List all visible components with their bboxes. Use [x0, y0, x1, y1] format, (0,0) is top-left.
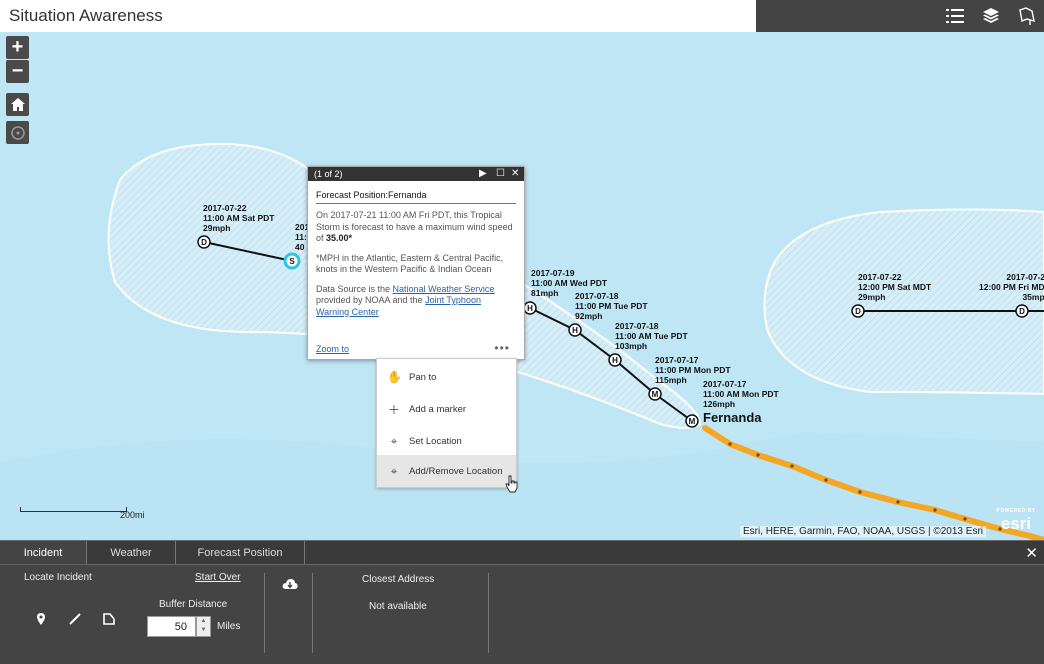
point-tool-icon[interactable] [33, 611, 49, 627]
svg-text:D: D [201, 238, 207, 247]
location-icon: ⌖ [390, 433, 398, 448]
divider [312, 573, 313, 653]
app-title: Situation Awareness [9, 6, 163, 25]
menu-item-set-location[interactable]: ⌖ Set Location [377, 425, 516, 457]
divider [264, 573, 265, 653]
maximize-icon[interactable]: ☐ [496, 168, 505, 179]
popup-note: *MPH in the Atlantic, Eastern & Central … [316, 252, 504, 275]
zoom-out-button[interactable]: − [6, 60, 29, 83]
list-icon[interactable] [942, 3, 968, 29]
track-label: 2017-07-18 11:00 AM Tue PDT 103mph [615, 321, 688, 351]
tab-bar: Incident Weather Forecast Position ✕ [0, 540, 1044, 565]
home-icon [10, 98, 25, 111]
closest-address-label: Closest Address [362, 574, 435, 585]
divider [488, 573, 489, 653]
buffer-stepper[interactable]: ▲ ▼ [196, 616, 211, 637]
svg-text:S: S [289, 257, 295, 266]
bottom-panel: Incident Weather Forecast Position ✕ Loc… [0, 540, 1044, 664]
scale-label: 200mi [120, 510, 145, 520]
more-actions-button[interactable]: ••• [494, 341, 510, 355]
locate-button[interactable] [6, 121, 29, 144]
scale-bar [20, 507, 127, 512]
stepper-up-icon[interactable]: ▲ [197, 617, 210, 626]
tab-forecast-position[interactable]: Forecast Position [176, 541, 305, 564]
track-label: 2017-07-22 11:00 AM Sat PDT 29mph [203, 203, 275, 233]
svg-text:D: D [855, 307, 861, 316]
cloud-download-icon[interactable] [282, 578, 298, 591]
title-box: Situation Awareness [0, 0, 756, 32]
popup-description: On 2017-07-21 11:00 AM Fri PDT, this Tro… [316, 210, 513, 243]
home-button[interactable] [6, 93, 29, 116]
buffer-distance-label: Buffer Distance [159, 599, 228, 610]
popup-counter: (1 of 2) [314, 169, 343, 179]
svg-text:H: H [572, 326, 578, 335]
svg-text:H: H [527, 304, 533, 313]
menu-item-pan-to[interactable]: ✋ Pan to [377, 361, 516, 393]
tab-incident[interactable]: Incident [0, 541, 87, 564]
track-label: 2017-07-21 12:00 PM Fri MDT 35mph [979, 272, 1044, 302]
line-tool-icon[interactable] [67, 611, 83, 627]
menu-item-add-marker[interactable]: ＋ Add a marker [377, 393, 516, 425]
layers-icon[interactable] [978, 3, 1004, 29]
location-icon: ⌖ [390, 463, 398, 478]
svg-text:M: M [689, 417, 696, 426]
tab-weather[interactable]: Weather [87, 541, 176, 564]
svg-text:H: H [612, 356, 618, 365]
track-label: 2017-07-18 11:00 PM Tue PDT 92mph [575, 291, 648, 321]
buffer-distance-input[interactable]: 50 [147, 616, 196, 637]
zoom-in-button[interactable]: + [6, 36, 29, 59]
svg-text:D: D [1019, 307, 1025, 316]
app-header: Situation Awareness [0, 0, 1044, 32]
esri-logo[interactable]: POWERED BY esri [994, 508, 1038, 534]
close-icon[interactable]: ✕ [511, 168, 519, 179]
hand-icon: ✋ [387, 370, 402, 384]
svg-text:M: M [652, 390, 659, 399]
zoom-to-link[interactable]: Zoom to [316, 344, 349, 354]
feature-popup: (1 of 2) ▶ ☐ ✕ Forecast Position:Fernand… [307, 166, 525, 360]
popup-source: Data Source is the National Weather Serv… [316, 283, 495, 317]
context-menu: ✋ Pan to ＋ Add a marker ⌖ Set Location ⌖… [376, 358, 517, 488]
stepper-down-icon[interactable]: ▼ [197, 626, 210, 635]
popup-titlebar: (1 of 2) ▶ ☐ ✕ [308, 167, 524, 181]
crosshair-icon [10, 125, 25, 140]
closest-address-value: Not available [369, 601, 427, 612]
location-icon[interactable] [1014, 3, 1040, 29]
map-view[interactable]: D S H H H M M D D + − 2017-07-22 11:00 A… [0, 32, 1044, 540]
start-over-link[interactable]: Start Over [195, 572, 241, 583]
buffer-unit-label: Miles [217, 621, 241, 632]
plus-icon: ＋ [387, 402, 400, 417]
menu-item-add-remove-location[interactable]: ⌖ Add/Remove Location [377, 455, 516, 487]
popup-body: On 2017-07-21 11:00 AM Fri PDT, this Tro… [316, 210, 516, 318]
locate-incident-label: Locate Incident [24, 572, 92, 583]
track-label: 2017-07-22 12:00 PM Sat MDT 29mph [858, 272, 932, 302]
next-icon[interactable]: ▶ [479, 168, 487, 179]
nws-link[interactable]: National Weather Service [393, 284, 495, 294]
close-panel-icon[interactable]: ✕ [1025, 544, 1038, 562]
track-label: 2017-07-17 11:00 AM Mon PDT 126mph [703, 379, 779, 409]
popup-title: Forecast Position:Fernanda [316, 190, 516, 204]
attribution: Esri, HERE, Garmin, FAO, NOAA, USGS | ©2… [739, 526, 986, 537]
polygon-tool-icon[interactable] [101, 611, 117, 627]
storm-name-label: Fernanda [703, 410, 762, 425]
hand-cursor-icon [505, 475, 518, 493]
